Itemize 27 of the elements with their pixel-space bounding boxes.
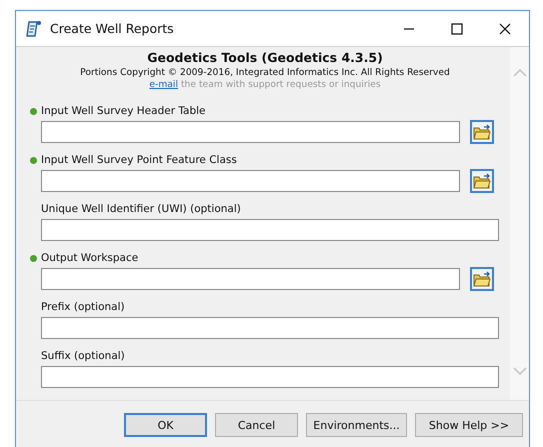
scroll-icon [26,20,42,38]
field-label: Output Workspace [41,252,138,264]
input-field[interactable] [41,121,460,143]
input-field[interactable] [41,366,499,388]
field-label: Prefix (optional) [41,301,125,313]
dialog-button[interactable]: Show Help >> [415,413,523,437]
field-label: Input Well Survey Point Feature Class [41,154,237,166]
dialog-button[interactable]: OK [124,413,207,437]
dialog-button[interactable]: Cancel [215,413,298,437]
input-field[interactable] [41,317,499,339]
tool-title: Geodetics Tools (Geodetics 4.3.5) [146,50,384,65]
browse-button[interactable] [470,120,494,144]
field-label: Input Well Survey Header Table [41,105,206,117]
browse-button[interactable] [470,169,494,193]
input-field[interactable] [41,219,499,241]
close-icon [499,22,511,34]
input-field[interactable] [41,268,460,290]
maximize-icon [451,22,463,34]
support-text: the team with support requests or inquiries [180,79,381,90]
email-link[interactable]: e-mail [149,79,178,90]
copyright-text: Portions Copyright © 2009-2016, Integrated Informatics Inc. All Rights Reserved [79,67,451,78]
field-label: Unique Well Identifier (UWI) (optional) [41,203,241,215]
input-field[interactable] [41,170,460,192]
browse-button[interactable] [470,267,494,291]
dialog-button[interactable]: Environments... [306,413,407,437]
window-title: Create Well Reports [50,21,175,36]
field-label: Suffix (optional) [41,350,125,362]
